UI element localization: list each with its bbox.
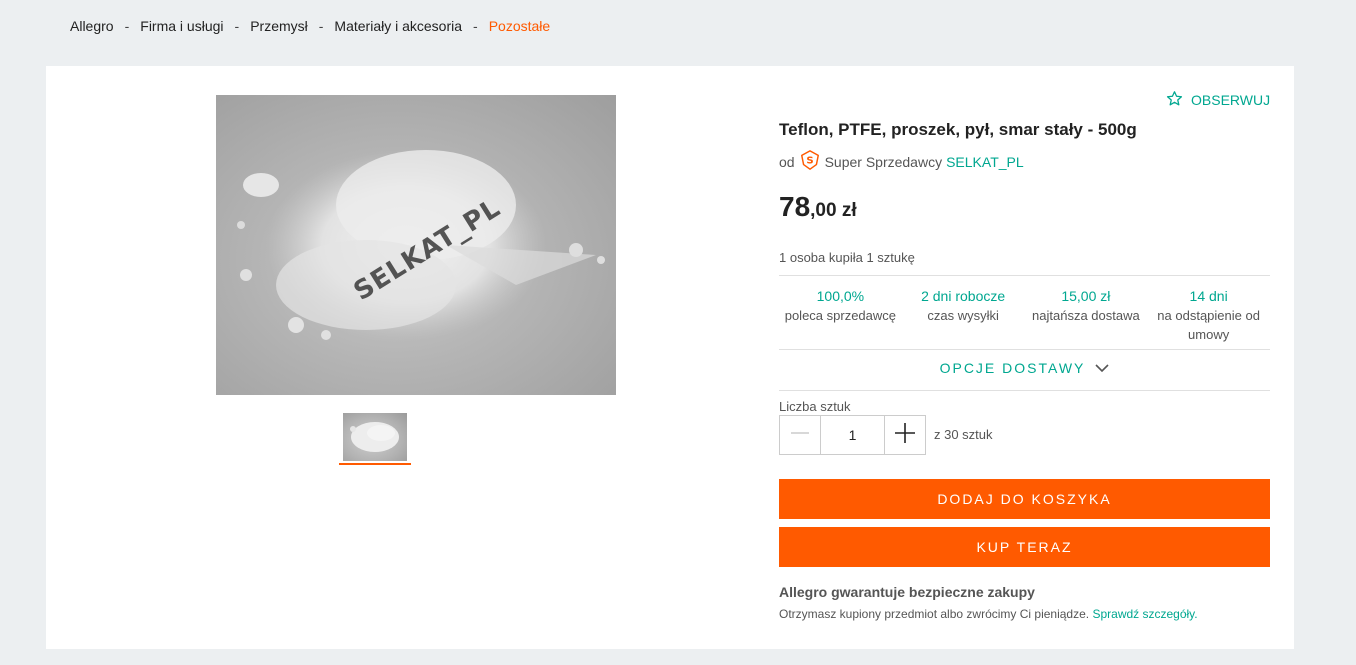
stat-label: czas wysyłki [927,308,999,323]
star-outline-icon [1166,90,1191,110]
product-thumbnail[interactable] [343,413,407,461]
guarantee-text: Otrzymasz kupiony przedmiot albo zwrócim… [779,607,1198,621]
svg-text:S: S [806,156,813,167]
price: 78,00 zł [779,191,857,223]
guarantee-details-link[interactable]: Sprawdź szczegóły. [1092,607,1197,621]
stat-shipping-time: 2 dni robocze czas wysyłki [902,287,1025,344]
stat-value: 15,00 zł [1061,288,1111,304]
breadcrumb-materialy[interactable]: Materiały i akcesoria [334,18,462,34]
breadcrumb-przemysl[interactable]: Przemysł [250,18,308,34]
buy-now-button[interactable]: KUP TERAZ [779,527,1270,567]
super-seller-badge-icon: S [799,149,821,174]
offer-stats: 100,0% poleca sprzedawcę 2 dni robocze c… [779,287,1270,344]
breadcrumb-separator: - [124,18,130,34]
quantity-input[interactable] [821,416,884,454]
seller-type: Super Sprzedawcy [824,153,943,170]
stat-label: na odstąpienie od umowy [1157,308,1260,342]
stat-value: 100,0% [816,288,865,304]
breadcrumb: Allegro - Firma i usługi - Przemysł - Ma… [70,18,550,34]
quantity-stepper [779,415,926,455]
quantity-decrease-button[interactable] [780,416,821,454]
minus-icon [790,423,810,448]
product-main-image[interactable]: SELKAT_PL [216,95,616,395]
breadcrumb-separator: - [234,18,240,34]
watch-label: OBSERWUJ [1191,92,1271,108]
seller-prefix: od [779,153,795,170]
stat-label: najtańsza dostawa [1032,308,1140,323]
divider [779,275,1270,276]
plus-icon [894,422,916,449]
price-fraction: ,00 zł [810,200,857,221]
thumbnail-selected-indicator [339,463,411,465]
quantity-increase-button[interactable] [884,416,925,454]
bought-info: 1 osoba kupiła 1 sztukę [779,250,915,265]
breadcrumb-allegro[interactable]: Allegro [70,18,114,34]
chevron-down-icon [1085,360,1109,376]
stat-value: 2 dni robocze [921,288,1006,304]
watch-button[interactable]: OBSERWUJ [1166,90,1270,110]
stat-return-period: 14 dni na odstąpienie od umowy [1147,287,1270,344]
quantity-label: Liczba sztuk [779,399,851,414]
quantity-available: z 30 sztuk [934,427,993,442]
thumbnail-illustration [350,422,399,452]
breadcrumb-separator: - [473,18,478,34]
divider [779,390,1270,391]
product-title: Teflon, PTFE, proszek, pył, smar stały -… [779,120,1137,139]
breadcrumb-pozostale[interactable]: Pozostałe [489,18,550,34]
seller-name-link[interactable]: SELKAT_PL [946,154,1024,170]
stat-label: poleca sprzedawcę [784,308,897,323]
divider [779,349,1270,350]
stat-value: 14 dni [1189,288,1228,304]
guarantee-title: Allegro gwarantuje bezpieczne zakupy [779,584,1035,600]
guarantee-description: Otrzymasz kupiony przedmiot albo zwrócim… [779,607,1090,621]
add-to-cart-button[interactable]: DODAJ DO KOSZYKA [779,479,1270,519]
delivery-options-label: OPCJE DOSTAWY [939,360,1086,376]
stat-recommendation: 100,0% poleca sprzedawcę [779,287,902,344]
offer-card: SELKAT_PL OBSERWUJ Teflon, PTFE, proszek… [46,66,1294,649]
stat-cheapest-delivery: 15,00 zł najtańsza dostawa [1025,287,1148,344]
delivery-options-toggle[interactable]: OPCJE DOSTAWY [779,360,1270,376]
breadcrumb-firma-i-uslugi[interactable]: Firma i usługi [140,18,223,34]
seller-info: od S Super Sprzedawcy SELKAT_PL [779,149,1024,174]
price-main: 78 [779,191,811,222]
breadcrumb-separator: - [318,18,324,34]
